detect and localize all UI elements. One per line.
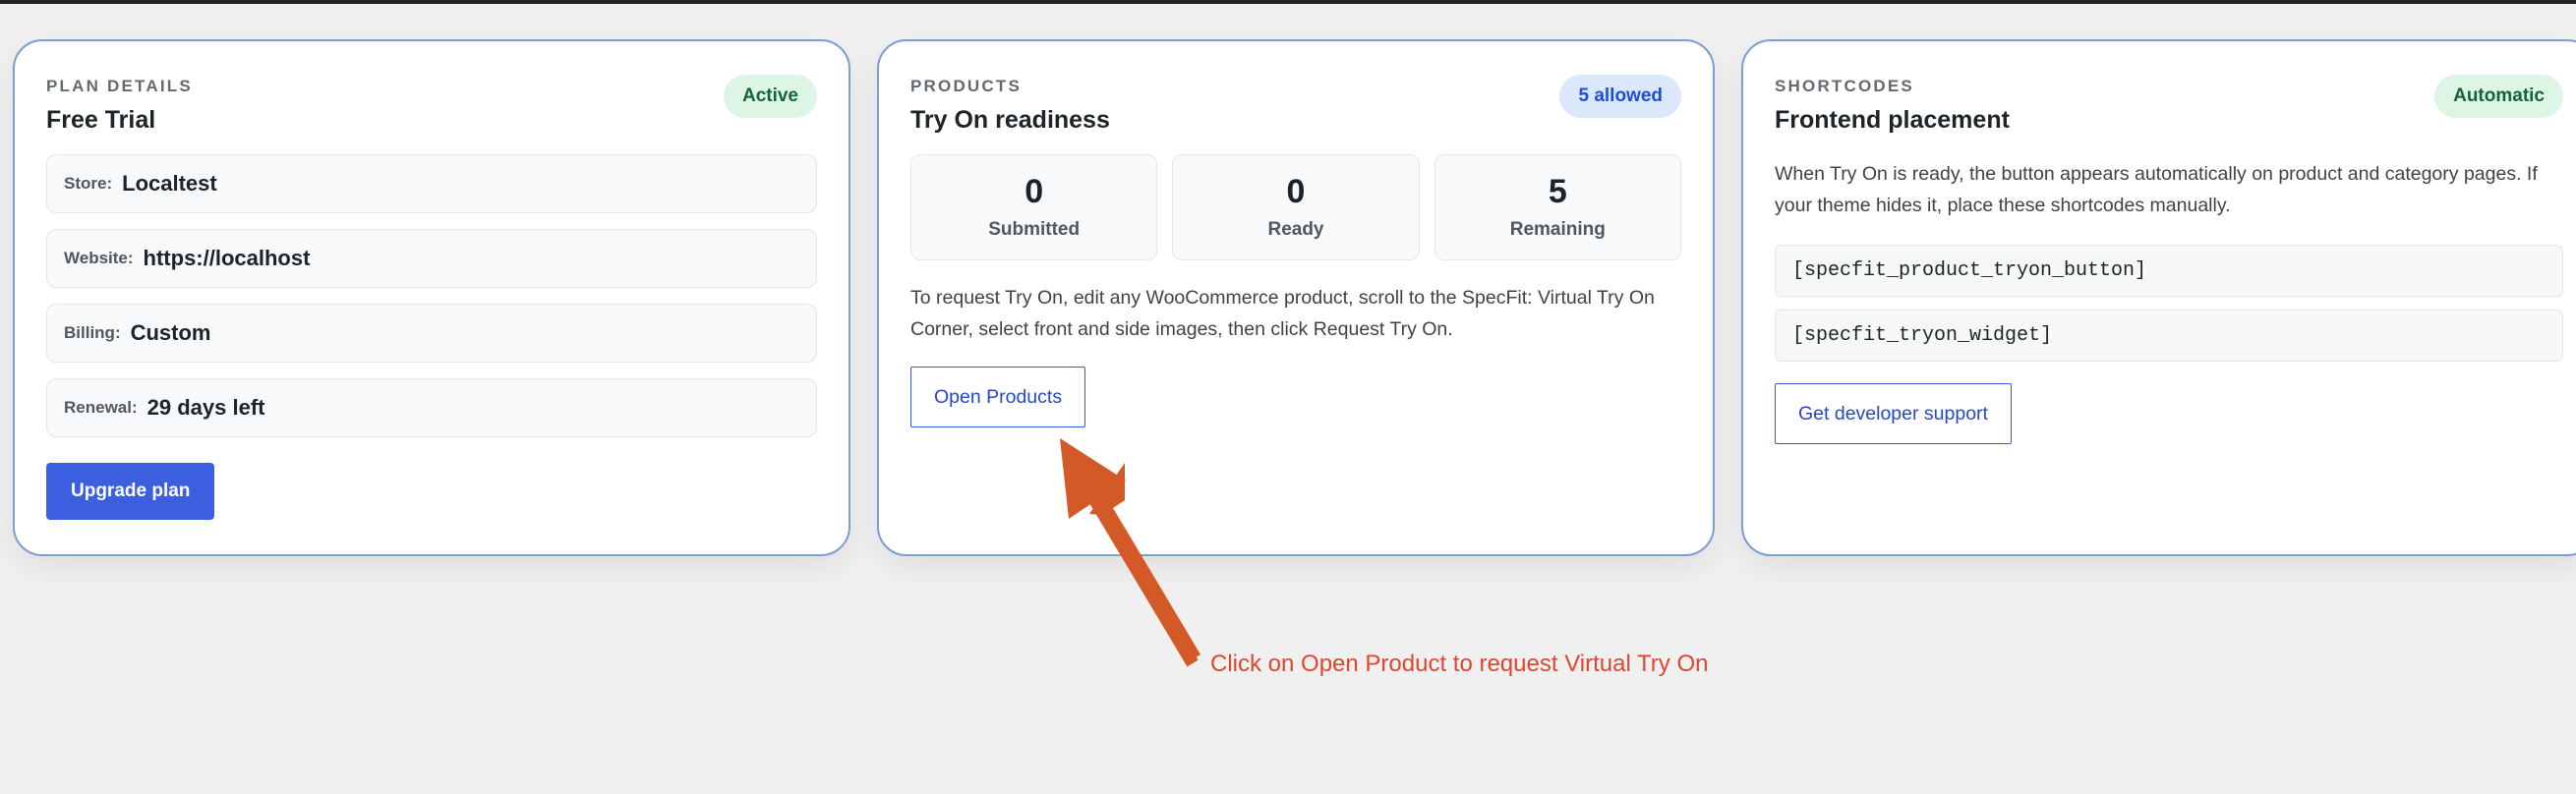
ready-label: Ready bbox=[1267, 219, 1324, 240]
remaining-stat: 5 Remaining bbox=[1434, 154, 1681, 260]
stats-row: 0 Submitted 0 Ready 5 Remaining bbox=[910, 154, 1681, 260]
remaining-label: Remaining bbox=[1509, 219, 1606, 240]
renewal-value: 29 days left bbox=[146, 395, 265, 420]
plan-details-eyebrow: PLAN DETAILS bbox=[46, 77, 193, 95]
store-row: Store: Localtest bbox=[46, 154, 817, 213]
renewal-label: Renewal: bbox=[64, 398, 138, 417]
website-label: Website: bbox=[64, 249, 134, 267]
placement-mode-badge: Automatic bbox=[2434, 75, 2563, 118]
try-on-instructions: To request Try On, edit any WooCommerce … bbox=[910, 287, 1655, 340]
allowed-count-badge: 5 allowed bbox=[1559, 75, 1681, 118]
ready-count: 0 bbox=[1286, 173, 1306, 210]
open-products-button[interactable]: Open Products bbox=[910, 367, 1086, 427]
submitted-stat: 0 Submitted bbox=[910, 154, 1158, 260]
website-value: https://localhost bbox=[143, 246, 311, 270]
developer-support-button[interactable]: Get developer support bbox=[1775, 383, 2012, 444]
shortcode-list: [specfit_product_tryon_button] [specfit_… bbox=[1775, 245, 2563, 362]
store-label: Store: bbox=[64, 174, 113, 193]
ready-stat: 0 Ready bbox=[1172, 154, 1420, 260]
renewal-row: Renewal: 29 days left bbox=[46, 378, 817, 437]
placement-description: When Try On is ready, the button appears… bbox=[1775, 163, 2538, 216]
tryon-widget-shortcode[interactable]: [specfit_tryon_widget] bbox=[1775, 310, 2563, 362]
submitted-count: 0 bbox=[1025, 173, 1044, 210]
billing-value: Custom bbox=[130, 320, 211, 345]
plan-status-badge: Active bbox=[723, 75, 817, 118]
billing-row: Billing: Custom bbox=[46, 304, 817, 363]
submitted-label: Submitted bbox=[988, 219, 1081, 240]
annotation-caption: Click on Open Product to request Virtual… bbox=[1210, 651, 1709, 677]
plan-info-list: Store: Localtest Website: https://localh… bbox=[46, 154, 817, 437]
website-row: Website: https://localhost bbox=[46, 229, 817, 288]
remaining-count: 5 bbox=[1548, 173, 1567, 210]
top-admin-bar bbox=[0, 0, 2576, 4]
store-value: Localtest bbox=[122, 171, 217, 196]
products-card: PRODUCTS Try On readiness 5 allowed 0 Su… bbox=[877, 39, 1715, 556]
upgrade-plan-button[interactable]: Upgrade plan bbox=[46, 463, 215, 520]
billing-label: Billing: bbox=[64, 323, 121, 342]
shortcodes-card: SHORTCODES Frontend placement Automatic … bbox=[1741, 39, 2576, 556]
product-tryon-button-shortcode[interactable]: [specfit_product_tryon_button] bbox=[1775, 245, 2563, 297]
plan-name-title: Free Trial bbox=[46, 106, 156, 134]
plan-details-card: PLAN DETAILS Free Trial Active Store: Lo… bbox=[13, 39, 850, 556]
